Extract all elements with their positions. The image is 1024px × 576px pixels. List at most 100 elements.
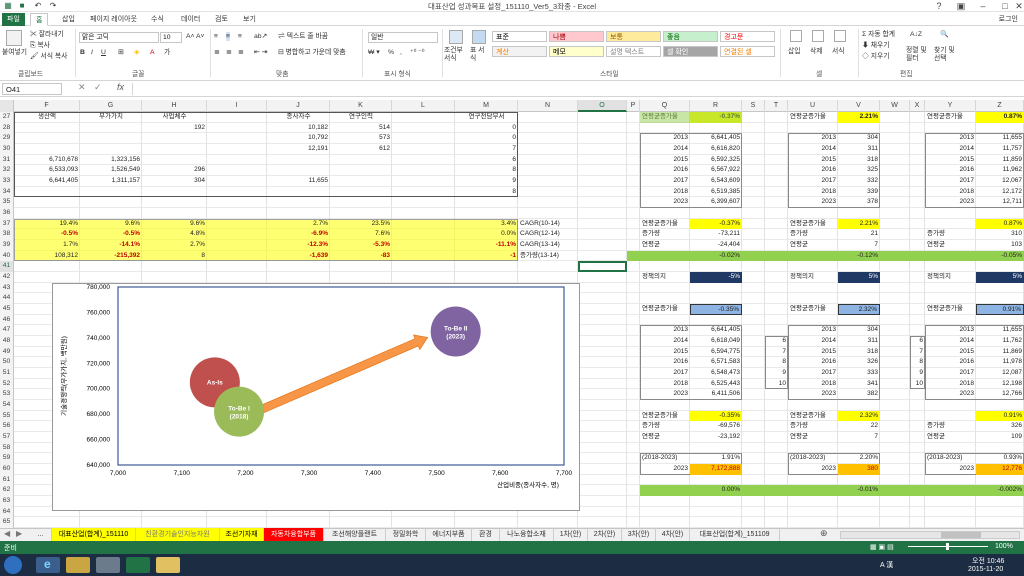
column-header-M[interactable]: M	[455, 100, 518, 112]
cell-Z37[interactable]: 0.87%	[976, 218, 1024, 230]
cell-J29[interactable]: 10,792	[267, 133, 330, 144]
delete-cells-button[interactable]: 삭제	[810, 47, 823, 56]
cell-Q59[interactable]: (2018-2023)	[640, 453, 690, 464]
cell-U37[interactable]: 연평균증가율	[788, 219, 838, 230]
cell-H33[interactable]: 304	[142, 176, 207, 187]
folder-taskbar-icon[interactable]	[156, 557, 180, 573]
wrap-text-button[interactable]: ⇌ 텍스트 줄 바꿈	[278, 32, 328, 41]
column-header-Y[interactable]: Y	[925, 100, 976, 112]
cell-M38[interactable]: 0.0%	[455, 229, 518, 240]
column-header-K[interactable]: K	[330, 100, 392, 112]
zoom-slider-thumb[interactable]	[946, 543, 949, 550]
cell-Z56[interactable]: 326	[976, 421, 1024, 432]
cell-U57[interactable]: 연평균	[788, 432, 838, 443]
excel-taskbar-icon[interactable]	[126, 557, 150, 573]
cell-U59[interactable]: (2018-2023)	[788, 453, 838, 464]
sheet-tab-0[interactable]: ...	[30, 528, 52, 541]
cell-U56[interactable]: 증가량	[788, 421, 838, 432]
cell-V60[interactable]: 380	[838, 464, 880, 475]
sheet-tab-10[interactable]: 1차(안)	[554, 528, 588, 541]
cell-V39[interactable]: 7	[838, 240, 880, 251]
cell-Y45[interactable]: 연평균증가율	[925, 304, 976, 315]
enter-icon[interactable]: ✓	[94, 82, 102, 93]
bold-button[interactable]: B	[80, 48, 85, 57]
cell-U38[interactable]: 증가량	[788, 229, 838, 240]
cell-M32[interactable]: 8	[455, 165, 518, 176]
paste-icon[interactable]	[6, 30, 22, 46]
column-header-F[interactable]: F	[14, 100, 80, 112]
cell-G37[interactable]: 9.6%	[80, 219, 142, 230]
cell-R40[interactable]: -0.02%	[690, 251, 742, 262]
cell-K37[interactable]: 23.5%	[330, 219, 392, 230]
orientation-icon[interactable]: ab↗	[254, 32, 267, 41]
cell-M39[interactable]: -11.1%	[455, 240, 518, 251]
cell-Z38[interactable]: 310	[976, 229, 1024, 240]
row-header-56[interactable]: 56	[0, 421, 14, 433]
comma-button[interactable]: ,	[400, 48, 402, 57]
cell-style-8[interactable]: 셀 확인	[663, 46, 718, 57]
autosum-button[interactable]: Σ 자동 합계	[862, 30, 895, 39]
cell-M34[interactable]: 8	[455, 187, 518, 198]
row-header-44[interactable]: 44	[0, 293, 14, 305]
cell-M37[interactable]: 3.4%	[455, 219, 518, 230]
sort-filter-button[interactable]: 정렬 및 필터	[906, 47, 932, 63]
row-header-47[interactable]: 47	[0, 325, 14, 337]
cell-R42[interactable]: -5%	[690, 272, 742, 283]
column-header-T[interactable]: T	[765, 100, 788, 112]
column-header-J[interactable]: J	[267, 100, 330, 112]
column-header-O[interactable]: O	[578, 100, 627, 112]
tab-insert[interactable]: 삽입	[57, 13, 80, 26]
row-header-43[interactable]: 43	[0, 282, 14, 294]
cell-U60[interactable]: 2023	[788, 464, 838, 475]
cell-R37[interactable]: -0.37%	[690, 218, 742, 230]
sheet-tab-2[interactable]: 친환경기술인지능자원	[136, 528, 220, 541]
align-middle-icon[interactable]: ≡	[226, 32, 230, 41]
minimize-button[interactable]: –	[972, 0, 994, 12]
fill-color-icon[interactable]: ◈	[134, 48, 139, 57]
cell-V42[interactable]: 5%	[838, 272, 880, 283]
row-header-39[interactable]: 39	[0, 240, 14, 251]
row-header-36[interactable]: 36	[0, 208, 14, 219]
cell-style-0[interactable]: 표준	[492, 31, 547, 42]
cell-N39[interactable]: CAGR(13-14)	[518, 240, 578, 251]
cell-style-7[interactable]: 설명 텍스트	[606, 46, 661, 57]
border-icon[interactable]: ⊞	[118, 48, 124, 57]
cell-R45[interactable]: -0.35%	[690, 304, 742, 315]
cell-F33[interactable]: 6,641,405	[14, 176, 80, 187]
cell-M29[interactable]: 0	[455, 133, 518, 144]
cell-Q38[interactable]: 증가량	[640, 229, 690, 240]
tab-file[interactable]: 파일	[2, 13, 25, 26]
cell-Q42[interactable]: 정책의지	[640, 272, 690, 283]
number-format-select[interactable]: 일반	[368, 32, 438, 43]
cell-Y56[interactable]: 증가량	[925, 421, 976, 432]
row-header-55[interactable]: 55	[0, 410, 14, 422]
font-name-select[interactable]: 맑은 고딕	[79, 32, 159, 43]
cell-F40[interactable]: 108,312	[14, 251, 80, 262]
sheet-tab-8[interactable]: 환경	[472, 528, 500, 541]
align-top-icon[interactable]: ≡	[214, 32, 218, 41]
tab-view[interactable]: 보기	[238, 13, 261, 26]
cell-F38[interactable]: -0.5%	[14, 229, 80, 240]
cell-style-4[interactable]: 경고문	[720, 31, 775, 42]
horizontal-scrollbar[interactable]	[840, 531, 1020, 539]
sheet-tab-3[interactable]: 조선기자재	[220, 528, 264, 541]
cell-Y42[interactable]: 정책의지	[925, 272, 976, 283]
formula-input[interactable]	[132, 83, 1020, 95]
sheet-tab-6[interactable]: 정밀화학	[386, 528, 426, 541]
cell-J39[interactable]: -12.3%	[267, 240, 330, 251]
cell-Q56[interactable]: 증가량	[640, 421, 690, 432]
row-header-31[interactable]: 31	[0, 154, 14, 166]
column-header-I[interactable]: I	[207, 100, 267, 112]
row-header-50[interactable]: 50	[0, 357, 14, 369]
cell-V38[interactable]: 21	[838, 229, 880, 240]
next-sheet-icon[interactable]: ▶	[16, 529, 22, 538]
cell-Z55[interactable]: 0.91%	[976, 410, 1024, 422]
row-header-29[interactable]: 29	[0, 133, 14, 144]
clear-button[interactable]: ◇ 지우기	[862, 52, 889, 61]
help-icon[interactable]: ?	[928, 0, 950, 12]
cell-K38[interactable]: 7.6%	[330, 229, 392, 240]
cell-Z27[interactable]: 0.87%	[976, 112, 1024, 123]
align-left-icon[interactable]: ≣	[214, 48, 220, 57]
cell-J38[interactable]: -6.9%	[267, 229, 330, 240]
cell-Y60[interactable]: 2023	[925, 464, 976, 475]
